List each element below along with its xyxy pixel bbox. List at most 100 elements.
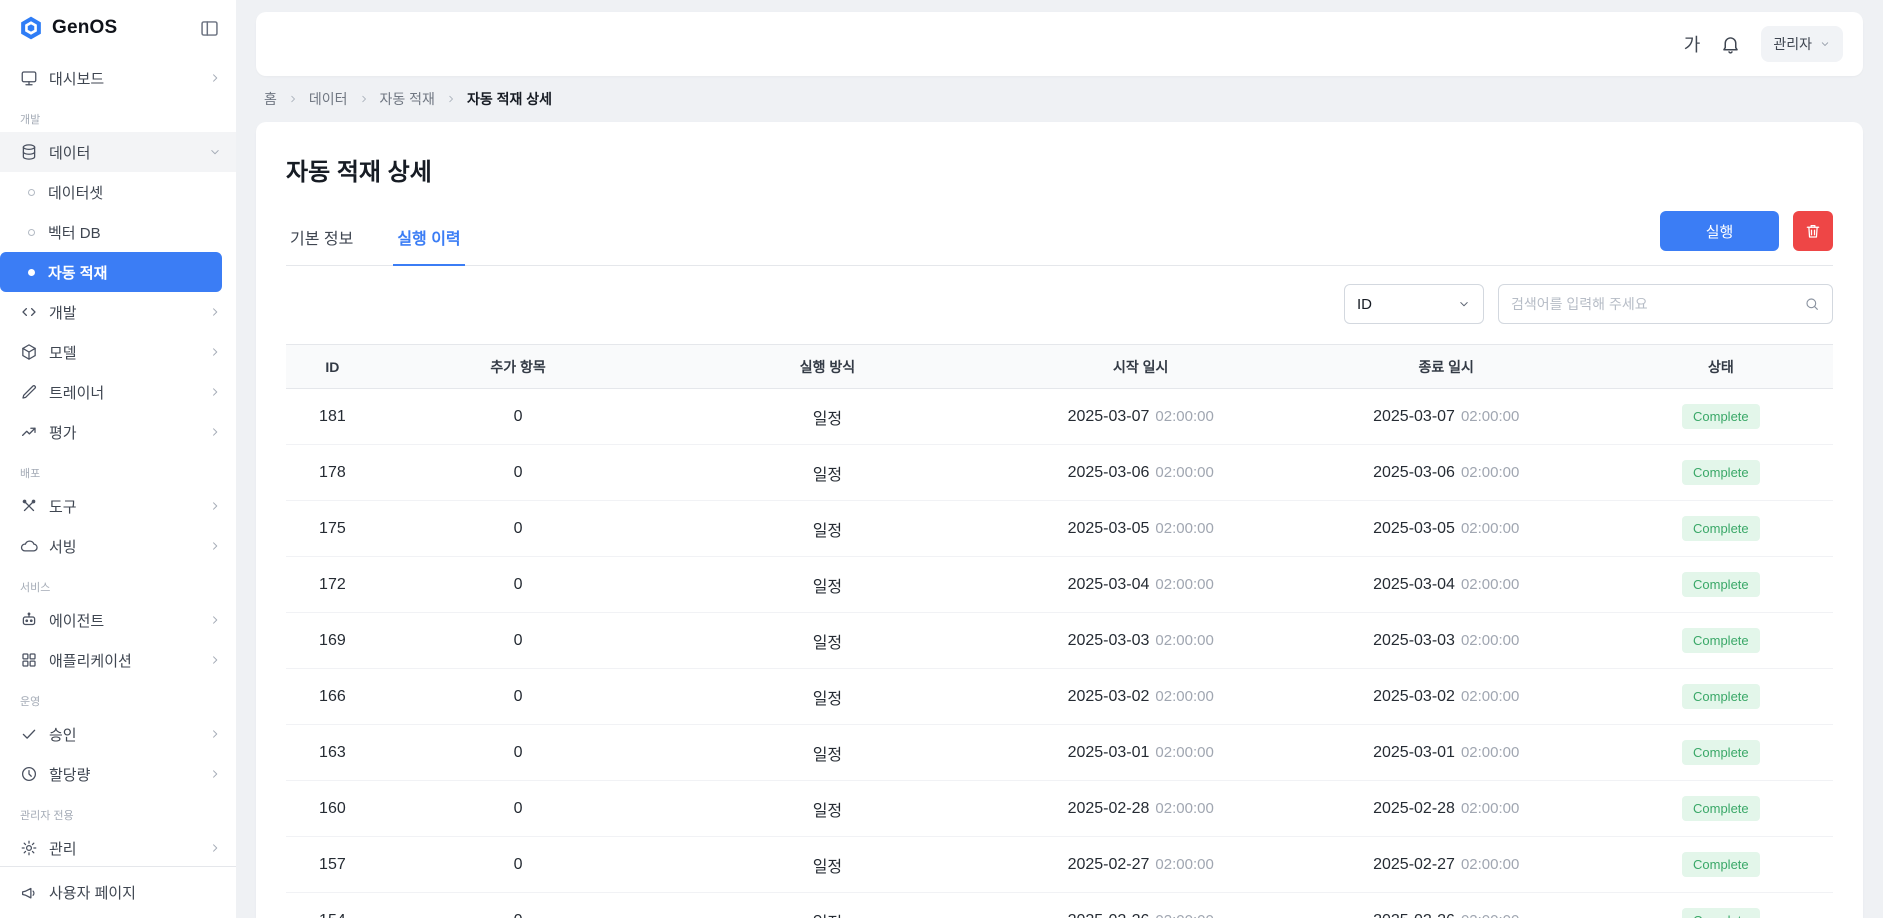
cell-status: Complete (1609, 613, 1833, 669)
sidebar-item[interactable]: 개발 (0, 292, 236, 332)
sidebar-item[interactable]: 대시보드 (0, 58, 236, 98)
sidebar-item[interactable]: 에이전트 (0, 600, 236, 640)
sidebar-item-label: 데이터 (49, 142, 197, 163)
status-badge: Complete (1682, 796, 1760, 821)
bullet-icon (28, 269, 35, 276)
breadcrumb-item[interactable]: 데이터 (309, 89, 348, 109)
sidebar-item-label: 애플리케이션 (49, 650, 197, 671)
sidebar-subitem-label: 벡터 DB (48, 222, 101, 243)
sidebar-collapse-icon[interactable] (199, 18, 220, 39)
database-icon (20, 143, 38, 161)
table-wrap: ID추가 항목실행 방식시작 일시종료 일시상태 1810일정2025-03-0… (286, 344, 1833, 918)
actions: 실행 (1660, 211, 1833, 265)
search-icon[interactable] (1804, 296, 1820, 312)
sidebar-item[interactable]: 애플리케이션 (0, 640, 236, 680)
column-header: 실행 방식 (657, 345, 997, 389)
date-text: 2025-02-28 (1373, 800, 1455, 817)
chevron-right-icon (208, 499, 222, 513)
cell-start-datetime: 2025-03-0202:00:00 (998, 669, 1284, 725)
tabs-row: 기본 정보 실행 이력 실행 (286, 211, 1833, 266)
time-text: 02:00:00 (1461, 576, 1519, 593)
code-icon (20, 303, 38, 321)
topbar: 가 관리자 (256, 12, 1863, 76)
user-menu[interactable]: 관리자 (1761, 26, 1843, 62)
breadcrumb-item[interactable]: 홈 (264, 89, 277, 109)
sidebar-nav: 대시보드개발데이터데이터셋벡터 DB자동 적재개발모델트레이너평가배포도구서빙서… (0, 56, 236, 866)
sidebar-item[interactable]: 모델 (0, 332, 236, 372)
font-size-toggle[interactable]: 가 (1684, 31, 1701, 57)
sidebar-item-user-page[interactable]: 사용자 페이지 (0, 866, 236, 918)
date-text: 2025-02-26 (1373, 912, 1455, 918)
time-text: 02:00:00 (1461, 744, 1519, 761)
sidebar-item[interactable]: 관리 (0, 828, 236, 866)
sidebar-subitem-label: 자동 적재 (48, 262, 107, 283)
status-badge: Complete (1682, 404, 1760, 429)
agent-icon (20, 611, 38, 629)
sidebar-item-label: 관리 (49, 838, 197, 859)
cell-run-mode: 일정 (657, 893, 997, 918)
tools-icon (20, 497, 38, 515)
breadcrumb-item[interactable]: 자동 적재 (380, 89, 435, 109)
column-header: 추가 항목 (379, 345, 657, 389)
cell-added-items: 0 (379, 669, 657, 725)
chevron-right-icon (208, 539, 222, 553)
sidebar-item-label: 트레이너 (49, 382, 197, 403)
cell-start-datetime: 2025-03-0102:00:00 (998, 725, 1284, 781)
cell-id: 163 (286, 725, 379, 781)
sidebar-item[interactable]: 도구 (0, 486, 236, 526)
cell-added-items: 0 (379, 781, 657, 837)
sidebar-subitem[interactable]: 자동 적재 (0, 252, 222, 292)
chevron-right-icon (208, 71, 222, 85)
cell-status: Complete (1609, 445, 1833, 501)
sidebar-item[interactable]: 서빙 (0, 526, 236, 566)
app-root: GenOS 대시보드개발데이터데이터셋벡터 DB자동 적재개발모델트레이너평가배… (0, 0, 1883, 918)
table-row: 1630일정2025-03-0102:00:002025-03-0102:00:… (286, 725, 1833, 781)
sidebar-subitem[interactable]: 데이터셋 (0, 172, 222, 212)
sidebar-item-label: 평가 (49, 422, 197, 443)
trash-icon (1804, 222, 1822, 240)
app-logo[interactable]: GenOS (18, 15, 117, 41)
time-text: 02:00:00 (1155, 856, 1213, 873)
cell-id: 160 (286, 781, 379, 837)
date-text: 2025-03-07 (1373, 408, 1455, 425)
content-card: 자동 적재 상세 기본 정보실행 이력 실행 ID (256, 122, 1863, 918)
sidebar-item[interactable]: 승인 (0, 714, 236, 754)
cell-end-datetime: 2025-02-2702:00:00 (1284, 837, 1609, 893)
sidebar-item[interactable]: 할당량 (0, 754, 236, 794)
date-text: 2025-03-05 (1373, 520, 1455, 537)
date-text: 2025-02-27 (1068, 856, 1150, 873)
chevron-down-icon (208, 145, 222, 159)
tab-0[interactable]: 기본 정보 (286, 217, 357, 265)
sidebar-item[interactable]: 평가 (0, 412, 236, 452)
filter-select[interactable]: ID (1344, 284, 1484, 324)
time-text: 02:00:00 (1155, 744, 1213, 761)
chevron-right-icon (208, 385, 222, 399)
time-text: 02:00:00 (1155, 576, 1213, 593)
cell-added-items: 0 (379, 445, 657, 501)
status-badge: Complete (1682, 740, 1760, 765)
chevron-right-icon (287, 93, 299, 105)
approval-icon (20, 725, 38, 743)
chevron-right-icon (208, 305, 222, 319)
cell-status: Complete (1609, 389, 1833, 445)
tab-1[interactable]: 실행 이력 (393, 217, 464, 266)
sidebar-item[interactable]: 데이터 (0, 132, 236, 172)
main-area: 가 관리자 홈데이터자동 적재자동 적재 상세 자동 적재 상세 기본 정보실행… (236, 0, 1883, 918)
model-icon (20, 343, 38, 361)
sidebar-section-label: 관리자 전용 (0, 794, 236, 828)
sidebar-header: GenOS (0, 0, 236, 56)
run-button[interactable]: 실행 (1660, 211, 1779, 251)
cell-run-mode: 일정 (657, 445, 997, 501)
sidebar-subitem[interactable]: 벡터 DB (0, 212, 222, 252)
bell-icon[interactable] (1720, 34, 1741, 55)
cell-run-mode: 일정 (657, 613, 997, 669)
delete-button[interactable] (1793, 211, 1833, 251)
sidebar-item[interactable]: 트레이너 (0, 372, 236, 412)
cell-id: 181 (286, 389, 379, 445)
cell-id: 178 (286, 445, 379, 501)
chevron-right-icon (208, 841, 222, 855)
dashboard-icon (20, 69, 38, 87)
search-input[interactable] (1511, 296, 1804, 312)
cell-start-datetime: 2025-03-0302:00:00 (998, 613, 1284, 669)
time-text: 02:00:00 (1461, 464, 1519, 481)
